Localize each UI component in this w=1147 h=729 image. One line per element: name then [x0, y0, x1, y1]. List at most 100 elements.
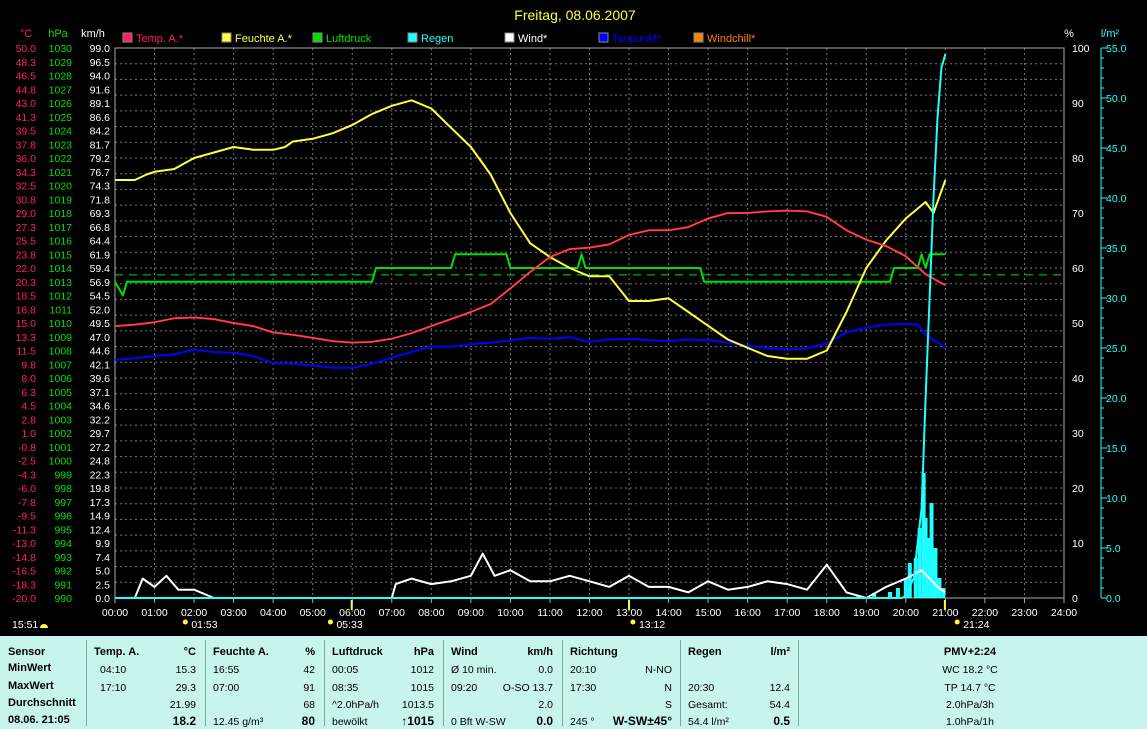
kmh-tick: 7.4: [95, 552, 110, 564]
hpa-tick: 1020: [49, 181, 73, 193]
pct-tick: 70: [1072, 208, 1084, 220]
hpa-tick: 1008: [49, 346, 73, 358]
hpa-tick: 1011: [49, 304, 72, 316]
rain-tick: 25.0: [1106, 343, 1127, 355]
rain-row-value: 12.4: [769, 682, 790, 694]
temp-tick: -6.0: [18, 483, 36, 495]
pressure-header: Luftdruck: [332, 646, 383, 658]
kmh-tick: 29.7: [90, 428, 111, 440]
direction-row-time: 245 °: [570, 716, 595, 728]
x-tick-label: 07:00: [379, 607, 405, 619]
humidity-row-value: 91: [303, 682, 315, 694]
sensor-column: Sensor MinWert MaxWert Durchschnitt 08.06. 2…: [8, 640, 88, 726]
kmh-tick: 66.8: [90, 222, 111, 234]
rain-tick: 10.0: [1106, 493, 1127, 505]
x-tick-label: 02:00: [181, 607, 207, 619]
hpa-tick: 1029: [49, 57, 73, 69]
direction-column: Richtung 20:10 N-NO 17:30 N S 245 ° W-SW±45°: [566, 640, 678, 728]
rain-bar: [929, 503, 934, 598]
temp-tick: 43.0: [16, 98, 37, 110]
kmh-tick: 39.6: [90, 373, 111, 385]
kmh-tick: 99.0: [90, 43, 111, 55]
direction-row-value: W-SW±45°: [612, 714, 672, 728]
legend-swatch: [122, 32, 133, 43]
temp-tick: 39.5: [16, 126, 37, 138]
kmh-tick: 27.2: [90, 442, 111, 454]
event-label: 05:33: [336, 619, 362, 631]
axis-units: °C hPa km/h% l/m²: [20, 28, 1120, 40]
pct-tick: 20: [1072, 483, 1084, 495]
hpa-tick: 1024: [49, 126, 73, 138]
temp-tick: 9.8: [21, 359, 36, 371]
hpa-tick: 1023: [49, 139, 73, 151]
series-line: [115, 53, 947, 599]
rain-row-time: Gesamt:: [688, 699, 728, 711]
temp-tick: -0.8: [18, 442, 36, 454]
pressure-row-value: 1015: [410, 682, 434, 694]
x-tick-label: 15:00: [695, 607, 721, 619]
direction-row-value: S: [664, 699, 672, 711]
legend-label: Feuchte A.*: [235, 33, 293, 45]
legend-label: Windchill*: [707, 33, 756, 45]
pct-tick: 30: [1072, 428, 1084, 440]
hpa-tick: 1025: [49, 112, 73, 124]
temp-tick: -9.5: [18, 511, 36, 523]
legend-swatch: [598, 32, 609, 43]
rain-bar: [933, 548, 938, 598]
kmh-tick: 24.8: [90, 456, 111, 468]
hpa-tick: 997: [54, 497, 72, 509]
rain-tick: 40.0: [1106, 193, 1127, 205]
legend-label: Regen: [421, 33, 453, 45]
legend-swatch: [312, 32, 323, 43]
temp-unit: °C: [20, 28, 32, 40]
pressure-row-value: 1013.5: [401, 699, 434, 711]
temp-tick: -11.3: [13, 524, 36, 536]
temp-tick: 50.0: [16, 43, 37, 55]
legend-label: Luftdruck: [326, 33, 372, 45]
legend-swatch: [504, 32, 515, 43]
pressure-row-time: 00:05: [332, 664, 359, 676]
temp-tick: 6.3: [21, 387, 36, 399]
kmh-tick: 12.4: [90, 524, 111, 536]
wind-row-value: 2.0: [538, 699, 553, 711]
temp-tick: -7.8: [18, 497, 36, 509]
temp-tick: 27.3: [16, 222, 37, 234]
kmh-tick: 54.5: [90, 291, 111, 303]
event-label: 21:24: [963, 619, 989, 631]
rain-bar: [895, 588, 900, 598]
hpa-tick: 1026: [49, 98, 73, 110]
pressure-row-value: 1012: [410, 664, 434, 676]
series-line: [115, 99, 947, 360]
hpa-tick: 992: [54, 566, 72, 578]
pct-tick: 90: [1072, 98, 1084, 110]
temp-row-value: 29.3: [175, 682, 196, 694]
rain-tick: 15.0: [1106, 443, 1127, 455]
hpa-tick: 990: [54, 593, 72, 605]
pressure-row-value: ↑1015: [401, 714, 434, 728]
hpa-tick: 1021: [49, 167, 73, 179]
kmh-tick: 59.4: [90, 263, 111, 275]
hpa-tick: 1030: [49, 43, 73, 55]
rain-row-value: 54.4: [769, 699, 790, 711]
temp-row-time: 17:10: [100, 682, 127, 694]
column-separator: [205, 640, 206, 726]
rain-tick: 50.0: [1106, 93, 1127, 105]
kmh-tick: 17.3: [90, 497, 111, 509]
rain-tick: 30.0: [1106, 293, 1127, 305]
temp-tick: -16.5: [12, 566, 36, 578]
direction-row-value: N: [664, 682, 672, 694]
pressure-row-time: ^2.0hPa/h: [332, 699, 379, 711]
rain-unit: l/m²: [770, 646, 790, 658]
kmh-tick: 71.8: [90, 194, 111, 206]
weather-chart: Freitag, 08.06.2007 Temp. A.* Feuchte A.*…: [12, 7, 1127, 631]
wind-row-time: 0 Bft W-SW: [451, 716, 506, 728]
x-tick-label: 18:00: [814, 607, 840, 619]
hpa-tick: 1013: [49, 277, 73, 289]
x-tick-label: 12:00: [576, 607, 602, 619]
hpa-tick: 1018: [49, 208, 73, 220]
hpa-tick: 1007: [49, 359, 73, 371]
temp-row-value: 18.2: [172, 714, 196, 728]
hpa-tick: 1004: [49, 401, 73, 413]
wind-row-time: Ø 10 min.: [451, 664, 497, 676]
temp-tick: 25.5: [16, 236, 37, 248]
